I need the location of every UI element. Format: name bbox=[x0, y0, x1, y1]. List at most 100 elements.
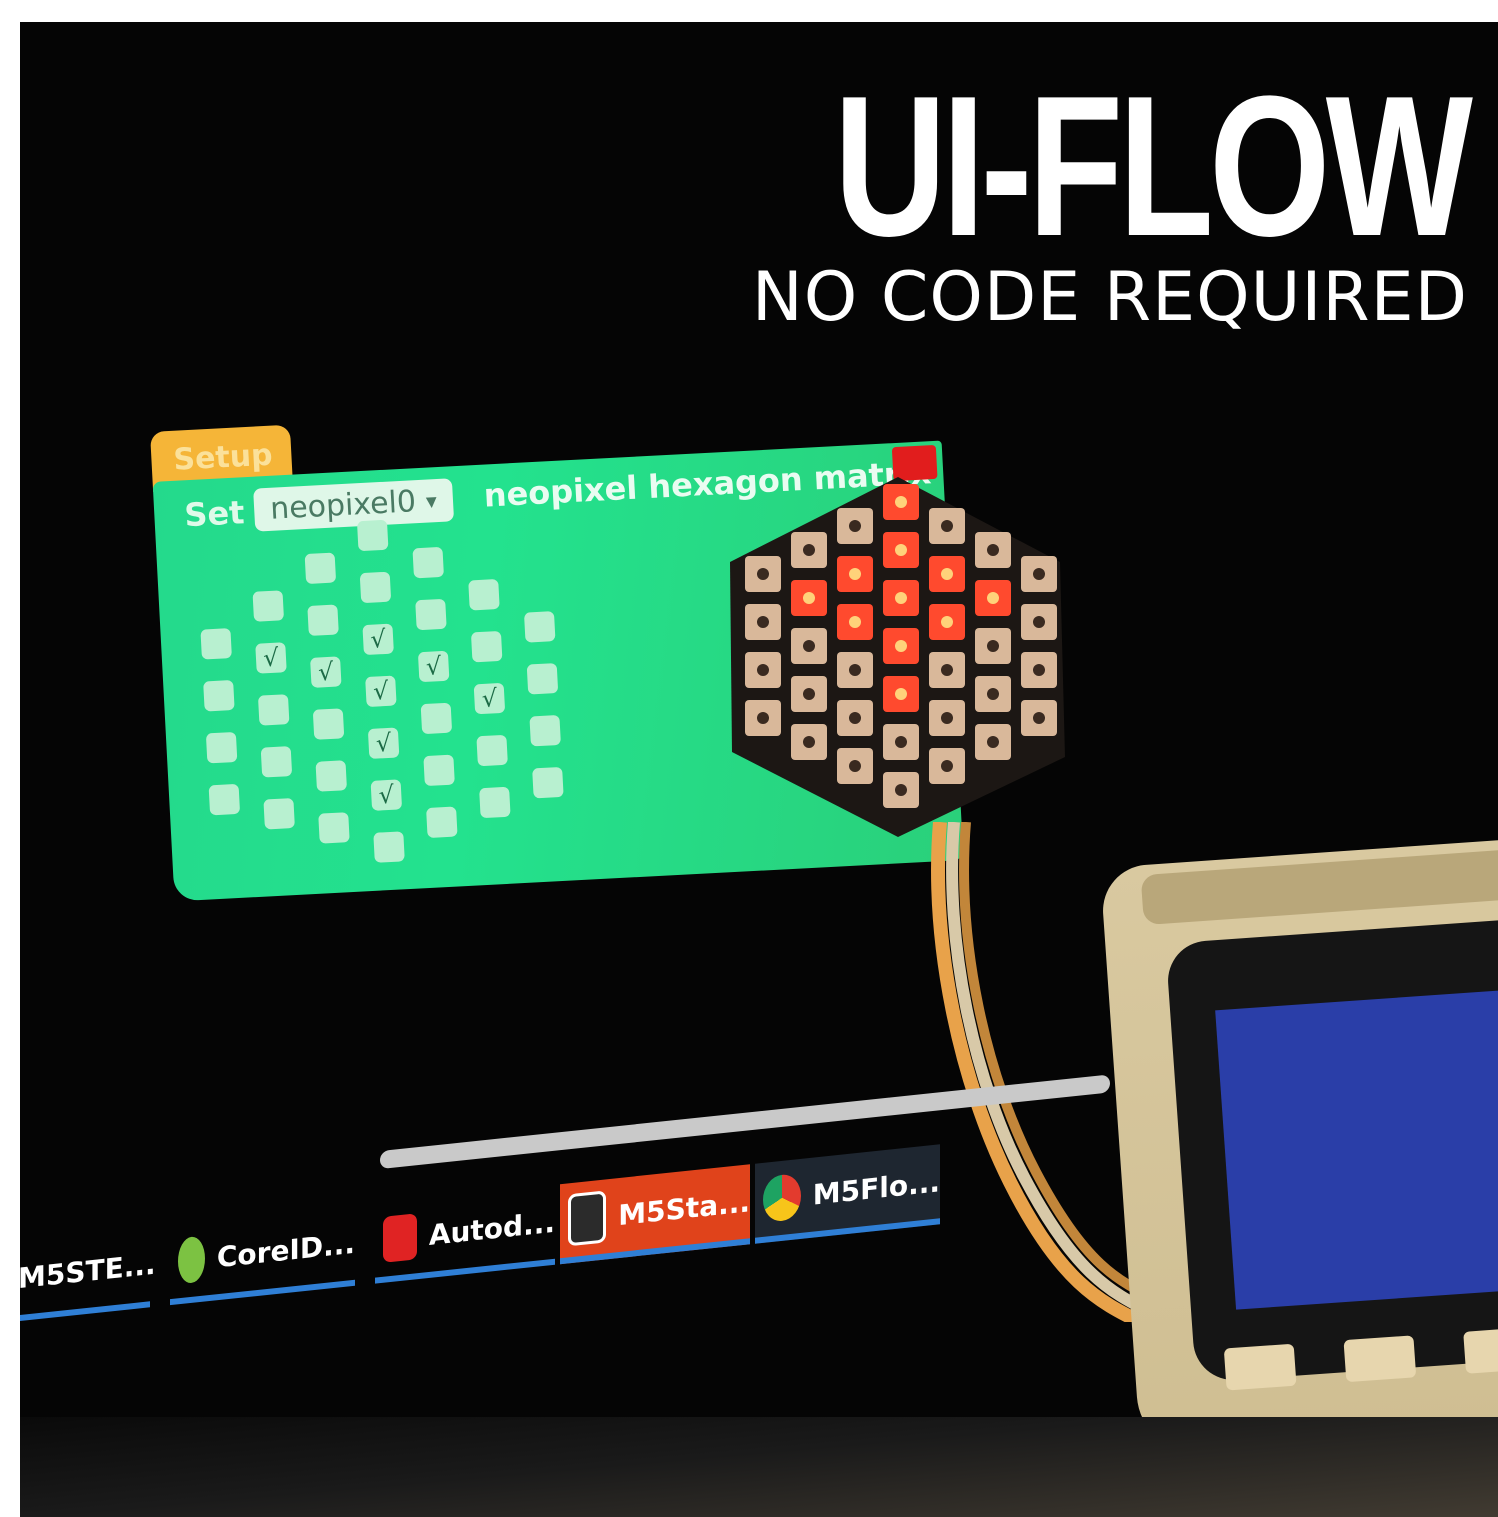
led-die bbox=[849, 712, 861, 724]
task-label: M5Flo... bbox=[812, 1164, 940, 1212]
neopixel-hexagon-board bbox=[720, 467, 1075, 842]
task-label: M5Sta... bbox=[618, 1184, 750, 1232]
led-checkbox[interactable] bbox=[532, 766, 564, 799]
led-checkbox[interactable] bbox=[257, 694, 290, 726]
led-die bbox=[757, 664, 769, 676]
led-die bbox=[849, 520, 861, 532]
led-die bbox=[987, 736, 999, 748]
led-die bbox=[849, 568, 861, 580]
neopixel-dropdown-value: neopixel0 bbox=[269, 484, 417, 527]
led-checkbox[interactable] bbox=[423, 754, 455, 787]
led-die bbox=[941, 568, 953, 580]
autodesk-icon bbox=[383, 1213, 417, 1263]
m5stack-device bbox=[1099, 837, 1498, 1457]
led-checkbox[interactable] bbox=[312, 708, 345, 740]
horizontal-scrollbar[interactable] bbox=[380, 1074, 1110, 1170]
led-checkbox[interactable]: √ bbox=[362, 623, 394, 656]
led-die bbox=[895, 640, 907, 652]
chrome-icon bbox=[763, 1172, 801, 1223]
task-item-autodesk[interactable]: Autod... bbox=[375, 1184, 555, 1284]
device-button-b[interactable] bbox=[1343, 1335, 1417, 1383]
task-label: CoreID... bbox=[216, 1226, 355, 1274]
led-die bbox=[757, 616, 769, 628]
led-checkbox[interactable] bbox=[412, 546, 444, 579]
led-die bbox=[941, 664, 953, 676]
led-checkbox[interactable]: √ bbox=[367, 727, 400, 759]
led-die bbox=[941, 520, 953, 532]
led-die bbox=[1033, 712, 1045, 724]
led-checkbox[interactable] bbox=[205, 731, 238, 764]
led-checkbox[interactable] bbox=[304, 552, 337, 585]
led-checkbox[interactable] bbox=[529, 714, 561, 747]
led-checkbox[interactable] bbox=[420, 702, 453, 735]
led-checkbox[interactable] bbox=[373, 831, 405, 863]
desk-shelf bbox=[20, 1417, 1498, 1517]
led-checkbox[interactable] bbox=[260, 746, 293, 778]
led-checkbox[interactable] bbox=[470, 630, 503, 663]
led-checkbox[interactable] bbox=[203, 679, 235, 712]
device-screen bbox=[1215, 989, 1498, 1310]
led-checkbox[interactable] bbox=[252, 590, 285, 622]
led-die bbox=[757, 568, 769, 580]
setup-label: Setup bbox=[172, 437, 274, 478]
led-checkbox[interactable] bbox=[208, 783, 241, 816]
device-button-a[interactable] bbox=[1223, 1343, 1297, 1391]
led-die bbox=[941, 616, 953, 628]
led-checkbox[interactable]: √ bbox=[365, 675, 397, 708]
led-checkbox[interactable] bbox=[479, 786, 511, 819]
led-checkbox[interactable]: √ bbox=[417, 650, 450, 683]
led-die bbox=[941, 760, 953, 772]
task-item-m5flow[interactable]: M5Flo... bbox=[755, 1144, 940, 1244]
device-top-label bbox=[1140, 848, 1498, 926]
led-checkbox[interactable] bbox=[468, 578, 500, 611]
coreldraw-icon bbox=[178, 1235, 205, 1285]
task-item-m5ste[interactable]: M5STE... bbox=[20, 1227, 156, 1322]
led-checkbox[interactable] bbox=[315, 760, 348, 792]
neopixel-dropdown[interactable]: neopixel0 ▼ bbox=[253, 478, 454, 532]
led-die bbox=[895, 736, 907, 748]
led-die bbox=[803, 688, 815, 700]
headline-title: UI-FLOW bbox=[833, 55, 1473, 278]
led-checkbox[interactable] bbox=[263, 797, 295, 830]
chevron-down-icon: ▼ bbox=[425, 493, 438, 511]
led-die bbox=[895, 688, 907, 700]
m5stack-burner-icon bbox=[568, 1190, 607, 1247]
task-label: M5STE... bbox=[20, 1247, 156, 1295]
led-checkbox[interactable]: √ bbox=[473, 682, 506, 715]
device-bezel bbox=[1165, 917, 1498, 1391]
led-checkbox[interactable] bbox=[415, 598, 447, 631]
led-die bbox=[1033, 568, 1045, 580]
led-die bbox=[803, 592, 815, 604]
led-checkbox[interactable] bbox=[426, 806, 458, 839]
led-checkbox[interactable]: √ bbox=[310, 656, 342, 688]
led-die bbox=[803, 544, 815, 556]
device-button-c[interactable] bbox=[1463, 1326, 1498, 1374]
led-checkbox[interactable] bbox=[307, 604, 339, 636]
task-item-coreldraw[interactable]: CoreID... bbox=[170, 1205, 355, 1306]
led-die bbox=[895, 496, 907, 508]
led-checkbox[interactable] bbox=[318, 812, 350, 844]
led-die bbox=[803, 736, 815, 748]
led-checkbox[interactable] bbox=[523, 611, 556, 643]
led-checkbox[interactable] bbox=[356, 519, 389, 552]
led-checkbox[interactable]: √ bbox=[370, 779, 403, 811]
led-checkbox[interactable]: √ bbox=[255, 642, 287, 674]
led-die bbox=[895, 592, 907, 604]
led-die bbox=[1033, 616, 1045, 628]
taskbar: M5STE... CoreID... Autod... M5Sta... M5F… bbox=[20, 1053, 1140, 1392]
led-die bbox=[895, 544, 907, 556]
led-checkbox[interactable] bbox=[526, 663, 559, 695]
led-die bbox=[987, 592, 999, 604]
led-checkbox[interactable] bbox=[476, 734, 508, 767]
led-die bbox=[987, 640, 999, 652]
task-item-m5stack[interactable]: M5Sta... bbox=[560, 1164, 750, 1265]
led-checkbox[interactable] bbox=[359, 571, 392, 604]
led-die bbox=[803, 640, 815, 652]
led-die bbox=[941, 712, 953, 724]
led-checkbox[interactable] bbox=[200, 628, 232, 660]
led-die bbox=[849, 664, 861, 676]
led-die bbox=[987, 544, 999, 556]
led-die bbox=[849, 760, 861, 772]
led-die bbox=[757, 712, 769, 724]
headline: UI-FLOW NO CODE REQUIRED bbox=[655, 55, 1473, 338]
